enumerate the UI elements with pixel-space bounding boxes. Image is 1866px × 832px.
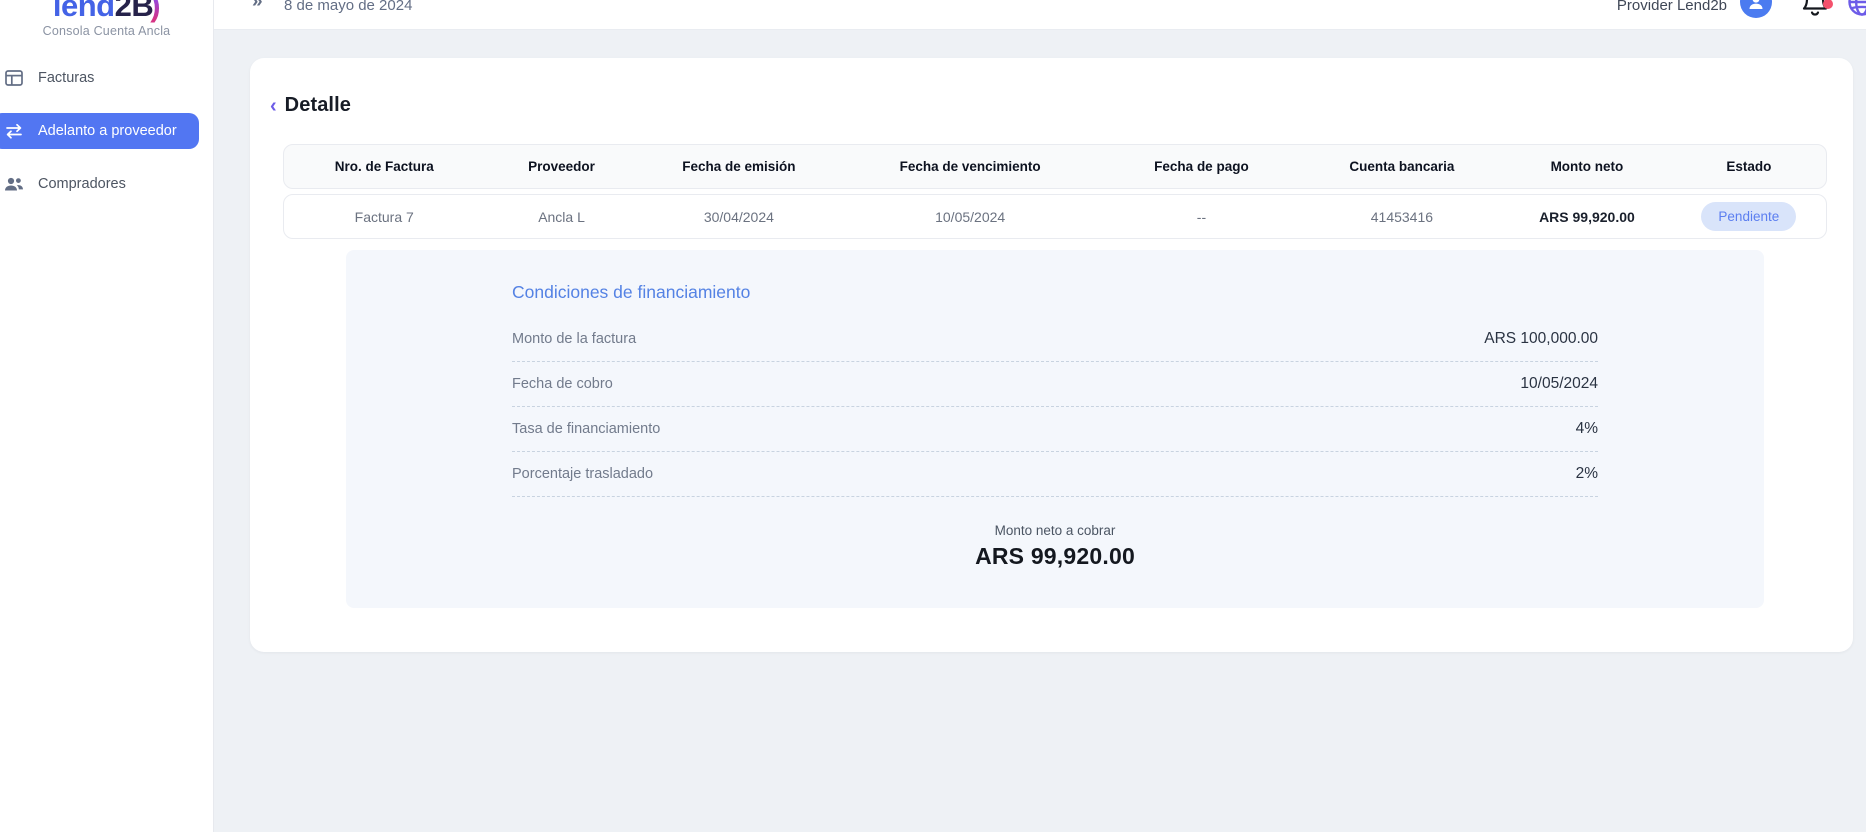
logo-text-lend: lend <box>53 0 115 23</box>
logo-text-2b: 2B <box>115 0 154 23</box>
current-date: 8 de mayo de 2024 <box>284 0 412 17</box>
sidebar-item-label: Compradores <box>38 176 126 192</box>
sidebar-item-facturas[interactable]: Facturas <box>0 60 213 96</box>
detail-card: ‹ Detalle Nro. de Factura Proveedor Fech… <box>250 58 1853 652</box>
sidebar: lend2B) Consola Cuenta Ancla Facturas <box>0 0 214 832</box>
col-header-monto-neto: Monto neto <box>1502 159 1672 174</box>
condition-value: ARS 100,000.00 <box>1484 330 1598 348</box>
col-header-proveedor: Proveedor <box>484 159 638 174</box>
net-amount-summary: Monto neto a cobrar ARS 99,920.00 <box>512 523 1598 570</box>
sidebar-item-compradores[interactable]: Compradores <box>0 166 213 202</box>
invoices-table-icon <box>4 68 24 88</box>
topbar: » 8 de mayo de 2024 Provider Lend2b <box>214 0 1866 30</box>
user-avatar[interactable] <box>1740 0 1772 18</box>
condition-value: 4% <box>1576 420 1598 438</box>
cell-estado: Pendiente <box>1672 202 1826 231</box>
users-icon <box>4 174 24 194</box>
net-amount-value: ARS 99,920.00 <box>512 543 1598 570</box>
sidebar-nav: Facturas Adelanto a proveedor Compra <box>0 60 213 202</box>
col-header-estado: Estado <box>1672 159 1826 174</box>
condition-row-fecha-cobro: Fecha de cobro 10/05/2024 <box>512 362 1598 407</box>
condition-value: 10/05/2024 <box>1520 375 1598 393</box>
cell-cuenta-bancaria: 41453416 <box>1302 209 1502 225</box>
language-globe-icon[interactable] <box>1846 0 1866 18</box>
financing-conditions-panel: Condiciones de financiamiento Monto de l… <box>346 250 1764 608</box>
notifications-bell-icon[interactable] <box>1800 0 1834 20</box>
condition-label: Porcentaje trasladado <box>512 466 653 482</box>
condition-row-tasa-financiamiento: Tasa de financiamiento 4% <box>512 407 1598 452</box>
console-subtitle: Consola Cuenta Ancla <box>0 24 213 38</box>
condition-label: Monto de la factura <box>512 331 636 347</box>
cell-proveedor: Ancla L <box>484 209 638 225</box>
transfer-arrows-icon <box>4 121 24 141</box>
provider-label: Provider Lend2b <box>1617 0 1727 17</box>
condition-label: Fecha de cobro <box>512 376 613 392</box>
col-header-fecha-emision: Fecha de emisión <box>639 159 839 174</box>
condition-row-monto-factura: Monto de la factura ARS 100,000.00 <box>512 317 1598 362</box>
back-chevron-icon[interactable]: ‹ <box>270 95 277 117</box>
sidebar-collapse-icon[interactable]: » <box>252 0 263 13</box>
condition-label: Tasa de financiamiento <box>512 421 660 437</box>
net-amount-label: Monto neto a cobrar <box>512 523 1598 538</box>
sidebar-item-label: Adelanto a proveedor <box>38 123 177 139</box>
status-badge: Pendiente <box>1701 202 1796 231</box>
conditions-title: Condiciones de financiamiento <box>512 282 1598 303</box>
condition-value: 2% <box>1576 465 1598 483</box>
table-header-row: Nro. de Factura Proveedor Fecha de emisi… <box>283 144 1827 189</box>
col-header-fecha-pago: Fecha de pago <box>1101 159 1301 174</box>
sidebar-item-adelanto-a-proveedor[interactable]: Adelanto a proveedor <box>0 113 199 149</box>
logo-swoosh: ) <box>150 0 160 23</box>
col-header-fecha-vencimiento: Fecha de vencimiento <box>839 159 1101 174</box>
invoice-table: Nro. de Factura Proveedor Fecha de emisi… <box>283 144 1827 239</box>
col-header-cuenta-bancaria: Cuenta bancaria <box>1302 159 1502 174</box>
notification-dot <box>1823 0 1833 9</box>
cell-fecha-vencimiento: 10/05/2024 <box>839 209 1101 225</box>
cell-fecha-emision: 30/04/2024 <box>639 209 839 225</box>
cell-nro-factura: Factura 7 <box>284 209 484 225</box>
sidebar-item-label: Facturas <box>38 70 94 86</box>
cell-monto-neto: ARS 99,920.00 <box>1502 209 1672 225</box>
cell-fecha-pago: -- <box>1101 209 1301 225</box>
col-header-nro-factura: Nro. de Factura <box>284 159 484 174</box>
page-title: Detalle <box>285 94 351 117</box>
logo: lend2B) Consola Cuenta Ancla <box>0 0 213 38</box>
table-row[interactable]: Factura 7 Ancla L 30/04/2024 10/05/2024 … <box>283 194 1827 239</box>
condition-row-porcentaje-trasladado: Porcentaje trasladado 2% <box>512 452 1598 497</box>
detail-header: ‹ Detalle <box>250 58 1853 117</box>
